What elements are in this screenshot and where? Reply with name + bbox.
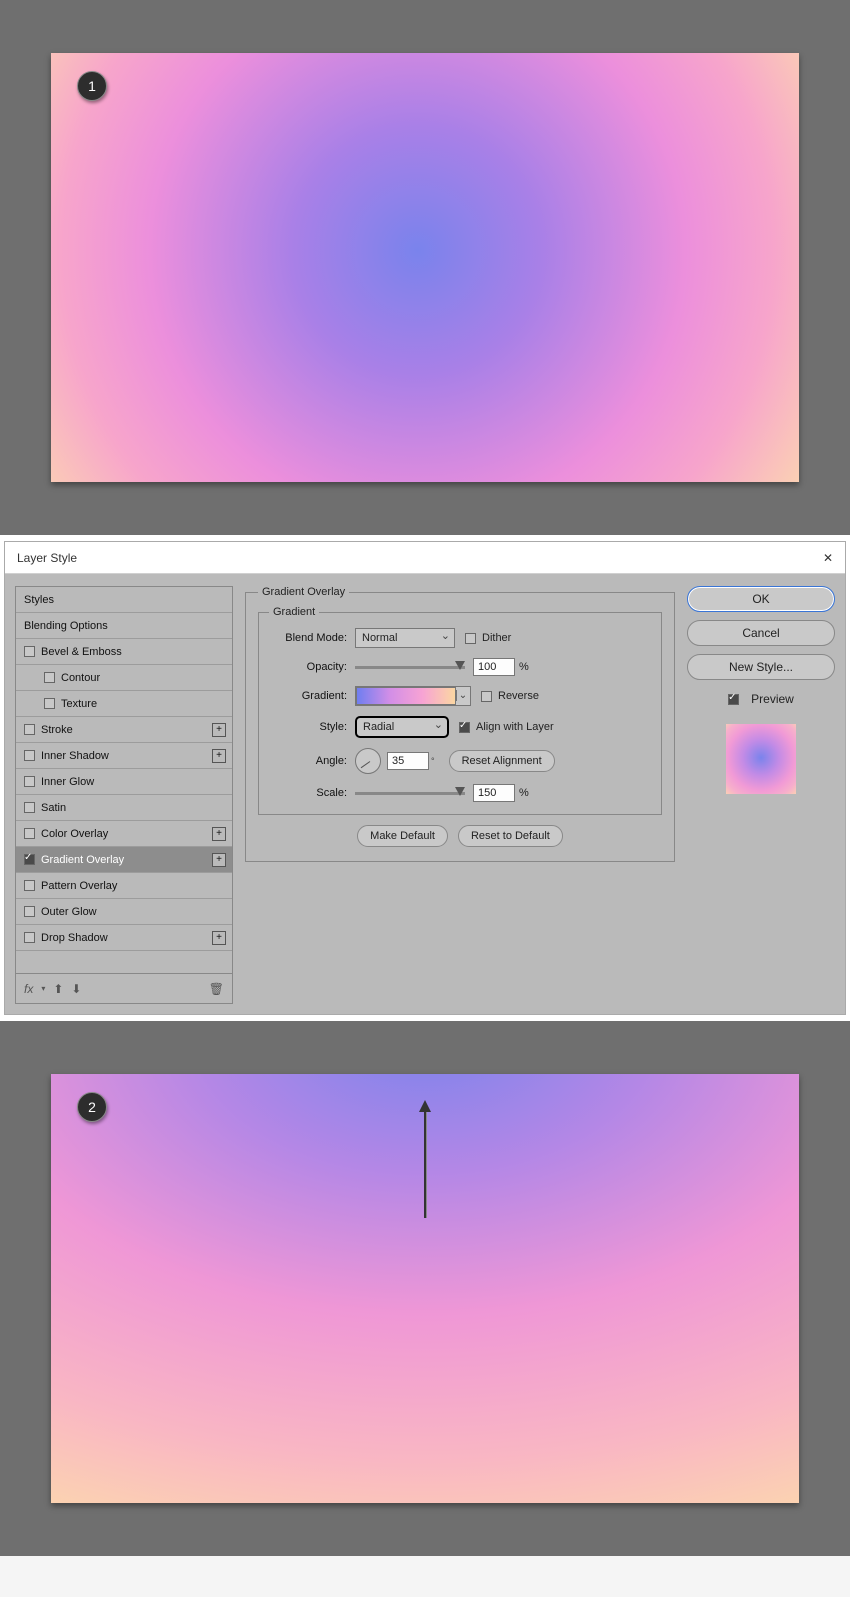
checkbox-icon[interactable] [24,906,35,917]
new-style-button[interactable]: New Style... [687,654,835,680]
angle-input[interactable]: 35 [387,752,429,770]
checkbox-icon [481,691,492,702]
effect-color-overlay[interactable]: Color Overlay+ [16,821,232,847]
effect-inner-shadow[interactable]: Inner Shadow+ [16,743,232,769]
cancel-button[interactable]: Cancel [687,620,835,646]
effect-outer-glow[interactable]: Outer Glow [16,899,232,925]
percent-label: % [519,787,529,799]
scale-input[interactable]: 150 [473,784,515,802]
effect-inner-glow[interactable]: Inner Glow [16,769,232,795]
effects-list: Styles Blending Options Bevel & Emboss C… [15,586,233,974]
dither-checkbox[interactable]: Dither [465,632,511,644]
gradient-inner-group: Gradient Blend Mode: Normal Dither Opaci… [258,606,662,815]
scale-label: Scale: [269,787,347,799]
gradient-picker[interactable] [355,686,471,706]
blend-mode-label: Blend Mode: [269,632,347,644]
plus-icon[interactable]: + [212,853,226,867]
gradient-label: Gradient: [269,690,347,702]
checkbox-icon[interactable] [24,880,35,891]
close-icon[interactable]: ✕ [823,551,833,565]
layer-style-dialog: Layer Style ✕ Styles Blending Options Be… [4,541,846,1015]
inner-title: Gradient [269,606,319,618]
angle-label: Angle: [269,755,347,767]
preview-panel-2: 2 [0,1021,850,1556]
arrow-up-icon [424,1110,426,1218]
arrow-up-icon[interactable]: ⬆ [53,982,63,996]
effect-satin[interactable]: Satin [16,795,232,821]
trash-icon[interactable]: 🗑 [209,982,224,996]
step-badge-1: 1 [77,71,107,101]
center-panel: Gradient Overlay Gradient Blend Mode: No… [245,586,675,1004]
fx-icon[interactable]: fx [24,982,33,996]
preview-swatch [726,724,796,794]
preview-checkbox[interactable]: Preview [687,692,835,706]
make-default-button[interactable]: Make Default [357,825,448,847]
checkbox-icon[interactable] [24,802,35,813]
effect-drop-shadow[interactable]: Drop Shadow+ [16,925,232,951]
checkbox-icon[interactable] [24,646,35,657]
effect-gradient-overlay[interactable]: Gradient Overlay+ [16,847,232,873]
ok-button[interactable]: OK [687,586,835,612]
checkbox-icon[interactable] [24,724,35,735]
effects-styles[interactable]: Styles [16,587,232,613]
checkbox-icon[interactable] [24,854,35,865]
checkbox-icon [465,633,476,644]
gradient-overlay-group: Gradient Overlay Gradient Blend Mode: No… [245,586,675,862]
checkbox-icon[interactable] [24,750,35,761]
reset-to-default-button[interactable]: Reset to Default [458,825,563,847]
plus-icon[interactable]: + [212,749,226,763]
scale-slider[interactable] [355,792,465,795]
opacity-input[interactable]: 100 [473,658,515,676]
effects-panel: Styles Blending Options Bevel & Emboss C… [15,586,233,1004]
plus-icon[interactable]: + [212,931,226,945]
style-select[interactable]: Radial [355,716,449,738]
group-title: Gradient Overlay [258,586,349,598]
checkbox-icon[interactable] [24,932,35,943]
effect-pattern-overlay[interactable]: Pattern Overlay [16,873,232,899]
dialog-title: Layer Style [17,551,77,565]
title-bar[interactable]: Layer Style ✕ [5,542,845,574]
angle-dial[interactable] [355,748,381,774]
plus-icon[interactable]: + [212,827,226,841]
right-panel: OK Cancel New Style... Preview [687,586,835,1004]
checkbox-icon[interactable] [44,672,55,683]
degree-label: ° [431,756,435,766]
opacity-slider[interactable] [355,666,465,669]
style-label: Style: [269,721,347,733]
effect-bevel-emboss[interactable]: Bevel & Emboss [16,639,232,665]
checkbox-icon[interactable] [24,828,35,839]
dialog-frame: Layer Style ✕ Styles Blending Options Be… [0,535,850,1021]
checkbox-icon[interactable] [44,698,55,709]
gradient-swatch [356,687,456,705]
align-with-layer-checkbox[interactable]: Align with Layer [459,721,554,733]
opacity-label: Opacity: [269,661,347,673]
reset-alignment-button[interactable]: Reset Alignment [449,750,555,772]
gradient-canvas-2: 2 [51,1074,799,1503]
checkbox-icon[interactable] [24,776,35,787]
plus-icon[interactable]: + [212,723,226,737]
preview-panel-1: 1 [0,0,850,535]
step-badge-2: 2 [77,1092,107,1122]
effect-stroke[interactable]: Stroke+ [16,717,232,743]
effects-bottom-toolbar: fx▾ ⬆ ⬇ 🗑 [15,974,233,1004]
effects-blending-options[interactable]: Blending Options [16,613,232,639]
effect-texture[interactable]: Texture [16,691,232,717]
checkbox-icon [728,694,739,705]
checkbox-icon [459,722,470,733]
arrow-down-icon[interactable]: ⬇ [71,982,81,996]
gradient-canvas-1: 1 [51,53,799,482]
percent-label: % [519,661,529,673]
blend-mode-select[interactable]: Normal [355,628,455,648]
reverse-checkbox[interactable]: Reverse [481,690,539,702]
effect-contour[interactable]: Contour [16,665,232,691]
effects-spacer [16,951,232,973]
